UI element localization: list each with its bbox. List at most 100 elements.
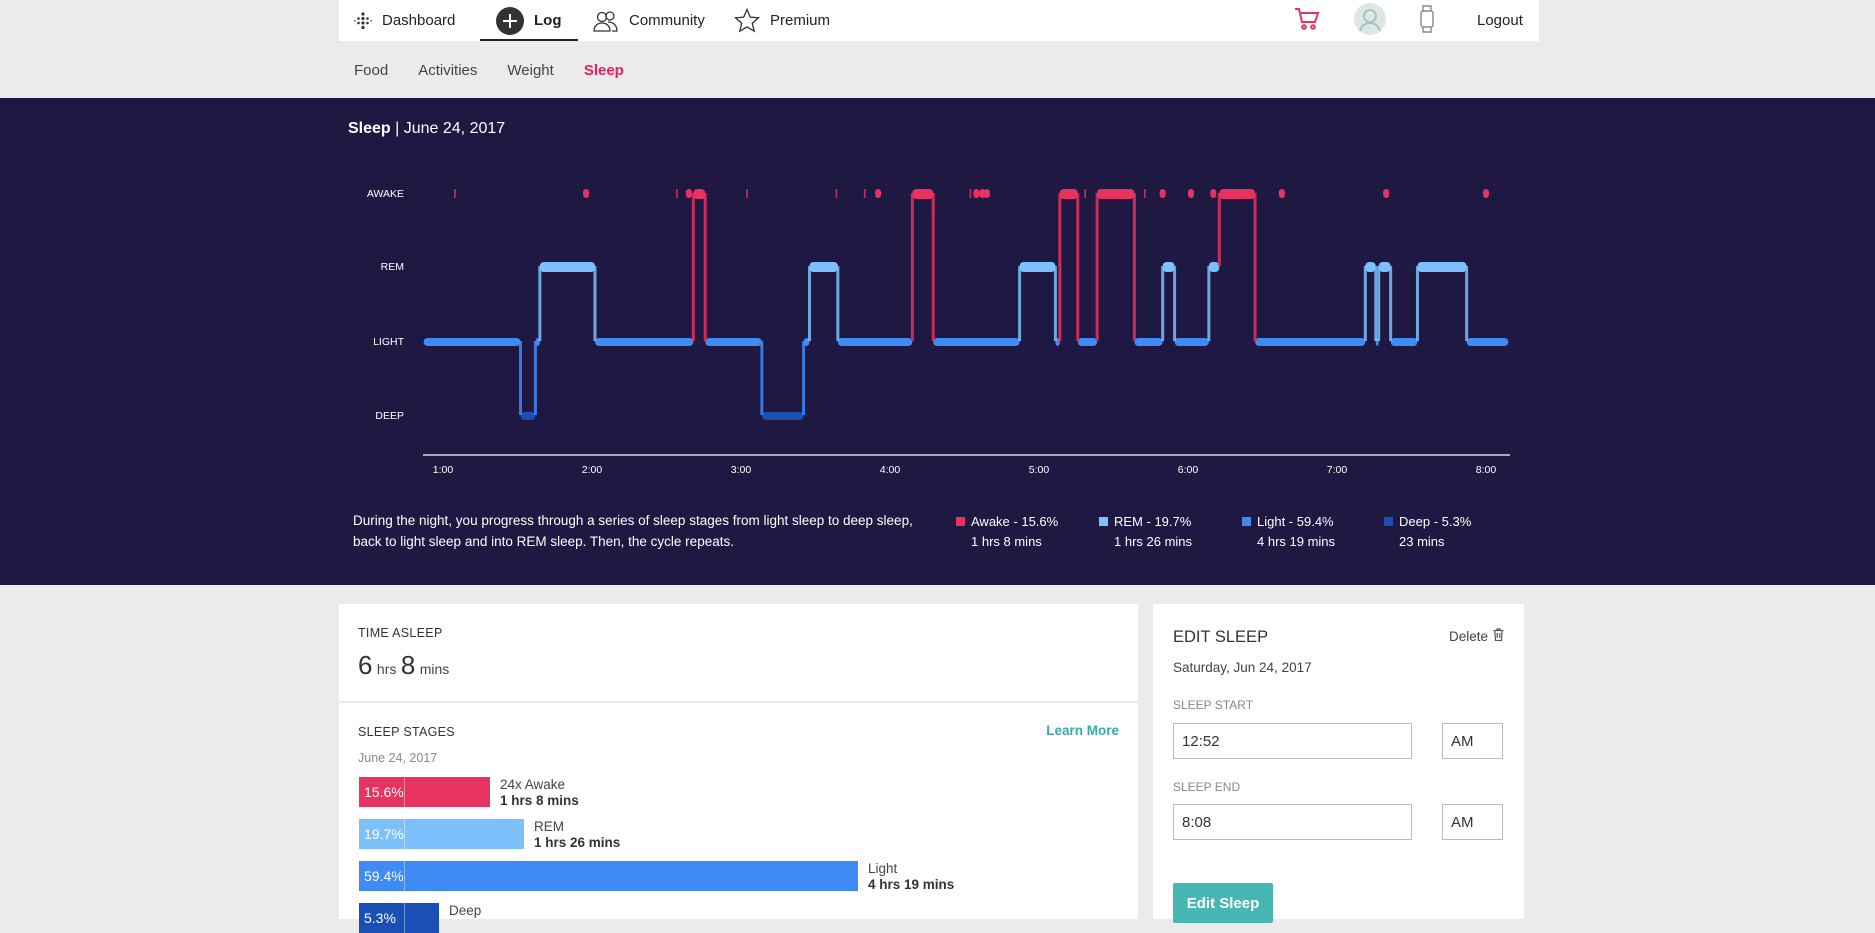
stage-bar-percent: 15.6%	[364, 784, 404, 800]
sleep-description: During the night, you progress through a…	[353, 513, 913, 549]
awake-marker	[1383, 189, 1390, 198]
awake-tick	[1143, 189, 1146, 198]
subnav-sleep[interactable]: Sleep	[584, 62, 624, 79]
segment-connector	[1095, 193, 1099, 341]
x-tick-label: 4:00	[880, 464, 901, 476]
segment-connector	[1058, 193, 1062, 341]
segment-connector	[836, 266, 840, 341]
sleep-end-input[interactable]	[1173, 804, 1412, 840]
cart-icon	[1294, 7, 1320, 35]
segment-connector	[691, 193, 695, 341]
awake-tick	[1084, 189, 1086, 198]
legend-duration: 4 hrs 19 mins	[1257, 534, 1336, 549]
sleep-start-label: SLEEP START	[1173, 698, 1254, 712]
stage-bar-percent: 59.4%	[364, 868, 404, 884]
stage-bar-percent: 19.7%	[364, 826, 404, 842]
stage-label-light: LIGHT	[373, 336, 405, 348]
awake-marker	[1187, 189, 1194, 198]
sleep-stages-chart: AWAKE REM LIGHT DEEP 1:00 2:00 3:00 4:00 5:00 6:…	[367, 188, 1510, 476]
segment-rem	[1378, 262, 1391, 272]
learn-more-link[interactable]: Learn More	[1046, 723, 1119, 738]
x-tick-label: 6:00	[1178, 464, 1199, 476]
segment-connector	[910, 193, 914, 341]
segment-rem	[1417, 262, 1467, 272]
time-asleep-label: TIME ASLEEP	[358, 626, 443, 640]
delete-button[interactable]: Delete	[1449, 628, 1504, 644]
x-tick-label: 3:00	[731, 464, 752, 476]
nav-dashboard[interactable]: Dashboard	[354, 0, 455, 41]
segment-connector	[1161, 266, 1165, 341]
awake-marker	[1278, 189, 1285, 198]
sleep-start-ampm[interactable]	[1442, 723, 1503, 759]
segment-light	[1174, 338, 1209, 346]
segment-connector	[1374, 266, 1378, 341]
nav-community[interactable]: Community	[593, 0, 705, 41]
awake-marker	[685, 189, 692, 198]
log-subnav: Food Activities Weight Sleep	[339, 51, 654, 89]
x-tick-label: 1:00	[433, 464, 454, 476]
stage-bar-name: Deep	[449, 903, 482, 918]
subnav-food[interactable]: Food	[354, 62, 388, 79]
subnav-activities[interactable]: Activities	[418, 62, 477, 79]
legend-swatch	[1384, 517, 1393, 526]
sleep-end-label: SLEEP END	[1173, 780, 1241, 794]
time-asleep-card: TIME ASLEEP 6 hrs 8 mins	[339, 604, 1138, 701]
x-tick-label: 5:00	[1029, 464, 1050, 476]
delete-label: Delete	[1448, 628, 1488, 644]
legend-duration: 1 hrs 26 mins	[1114, 534, 1193, 549]
segment-light	[1466, 338, 1509, 346]
legend-swatch	[956, 517, 965, 526]
x-tick-label: 2:00	[582, 464, 603, 476]
stage-bar-label: 24x Awake 1 hrs 8 mins	[500, 777, 579, 809]
nav-log-label: Log	[534, 12, 562, 29]
stage-bar: 15.6%	[359, 777, 490, 807]
awake-marker	[875, 189, 882, 198]
top-nav-bar: Dashboard Log Community Premium Logout	[339, 0, 1539, 41]
device-button[interactable]	[1419, 0, 1435, 41]
awake-marker	[583, 189, 590, 198]
segment-rem	[1019, 262, 1056, 272]
segment-deep	[761, 412, 804, 420]
legend-item: Awake - 15.6% 1 hrs 8 mins	[956, 512, 1058, 552]
profile-avatar[interactable]	[1353, 0, 1387, 41]
stage-bar-divider	[404, 777, 405, 807]
logout-label: Logout	[1477, 12, 1523, 29]
nav-log[interactable]: Log	[480, 0, 578, 41]
legend-label: Awake - 15.6%	[971, 514, 1059, 529]
segment-connector	[1076, 193, 1080, 341]
stage-bar-label: Deep	[449, 903, 481, 919]
sleep-start-input[interactable]	[1173, 723, 1412, 759]
segment-rem	[809, 262, 838, 272]
awake-tick	[863, 189, 866, 198]
segment-connector	[1053, 266, 1057, 341]
segment-awake	[693, 189, 706, 199]
sleep-end-ampm[interactable]	[1442, 804, 1503, 840]
nav-premium[interactable]: Premium	[734, 0, 830, 41]
segment-connector	[1389, 266, 1393, 341]
segment-connector	[931, 193, 935, 341]
segment-connector	[1465, 266, 1469, 341]
nav-community-label: Community	[629, 12, 705, 29]
cart-button[interactable]	[1294, 0, 1320, 41]
minutes-value: 8	[400, 650, 416, 680]
segment-connector	[1207, 266, 1211, 341]
segment-awake	[1097, 189, 1135, 199]
segment-connector	[1363, 266, 1367, 341]
subnav-weight[interactable]: Weight	[507, 62, 553, 79]
segment-light	[837, 338, 913, 346]
legend-label: REM - 19.7%	[1114, 514, 1192, 529]
segment-light	[933, 338, 1020, 346]
avatar-icon	[1353, 2, 1387, 40]
edit-sleep-title: EDIT SLEEP	[1173, 628, 1269, 646]
legend-label: Deep - 5.3%	[1399, 514, 1472, 529]
stage-label-deep: DEEP	[375, 410, 404, 422]
segment-light	[1134, 338, 1163, 346]
stage-bar-label: Light 4 hrs 19 mins	[868, 861, 954, 893]
stage-bar-name: Light	[868, 861, 898, 876]
awake-marker	[1210, 189, 1217, 198]
edit-sleep-card: EDIT SLEEP Delete Saturday, Jun 24, 2017…	[1153, 604, 1524, 923]
awake-marker	[983, 189, 990, 198]
time-asleep-value: 6 hrs 8 mins	[358, 650, 449, 681]
edit-sleep-button[interactable]: Edit Sleep	[1173, 883, 1273, 923]
logout-link[interactable]: Logout	[1477, 0, 1523, 41]
